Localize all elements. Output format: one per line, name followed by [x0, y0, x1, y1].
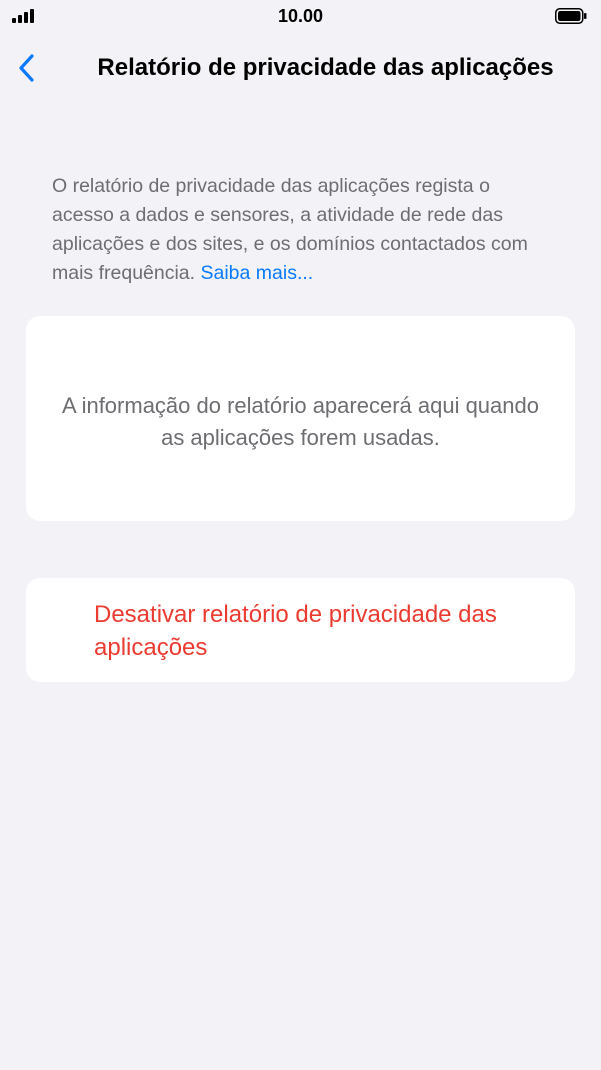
battery-full-icon: [555, 8, 587, 24]
chevron-left-icon: [19, 54, 34, 82]
page-title: Relatório de privacidade das aplicações: [97, 54, 554, 81]
learn-more-link[interactable]: Saiba mais...: [201, 262, 314, 284]
disable-privacy-report-label: Desativar relatório de privacidade das a…: [94, 601, 497, 661]
status-bar: 10.00: [0, 0, 601, 34]
disable-privacy-report-button[interactable]: Desativar relatório de privacidade das a…: [26, 578, 575, 682]
report-placeholder-text: A informação do relatório aparecerá aqui…: [62, 393, 539, 450]
navigation-bar: Relatório de privacidade das aplicações: [0, 40, 601, 100]
status-time: 10.00: [277, 6, 324, 26]
privacy-report-description: O relatório de privacidade das aplicaçõe…: [52, 172, 552, 288]
report-placeholder-card: A informação do relatório aparecerá aqui…: [26, 316, 575, 521]
back-button[interactable]: [8, 48, 44, 88]
